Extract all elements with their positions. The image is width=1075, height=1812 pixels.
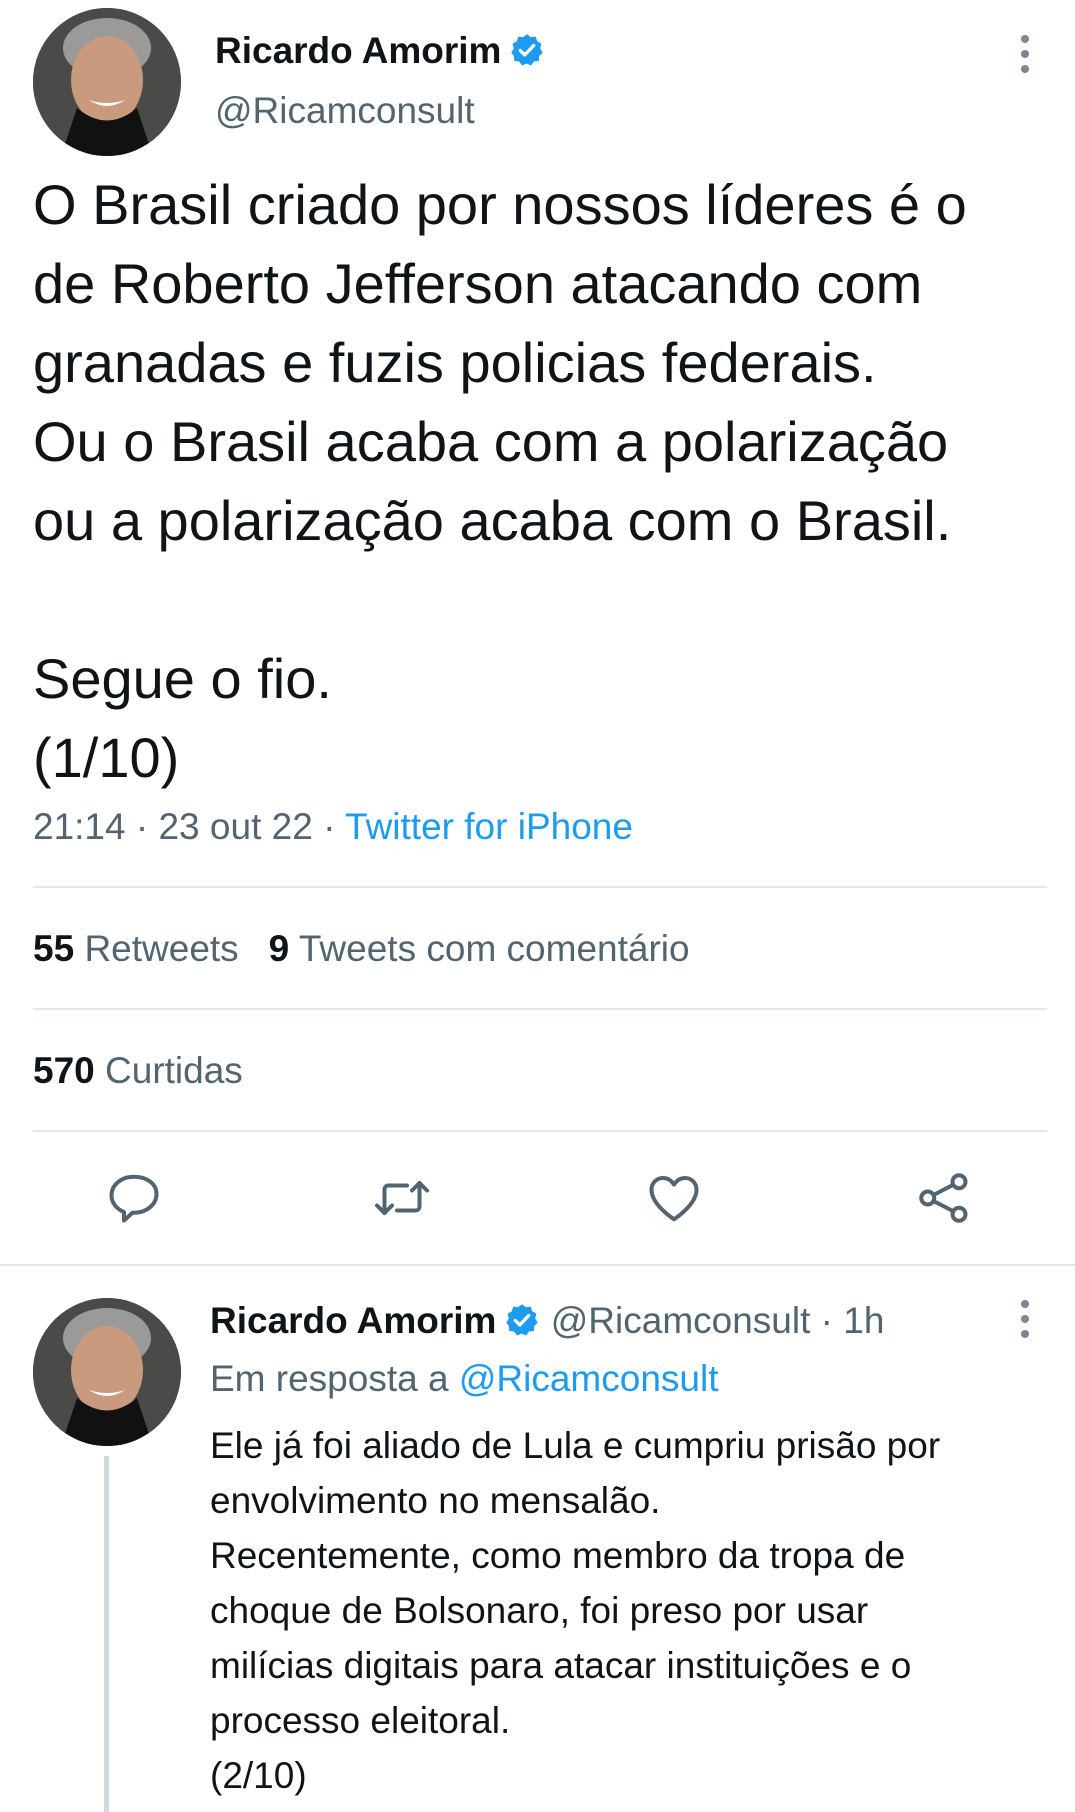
- reply-header: Ricardo Amorim @Ricamconsult · 1h: [210, 1300, 884, 1342]
- tweet-date[interactable]: 23 out 22: [158, 806, 312, 847]
- retweet-icon[interactable]: [372, 1168, 432, 1228]
- reply-author-name[interactable]: Ricardo Amorim: [210, 1300, 496, 1341]
- action-bar: [0, 1168, 1075, 1238]
- reply-icon[interactable]: [104, 1168, 164, 1228]
- avatar[interactable]: [33, 8, 181, 156]
- quotes-count: 9: [268, 928, 290, 969]
- more-options-icon[interactable]: [1015, 35, 1035, 79]
- reply-prefix: Em resposta a: [210, 1358, 449, 1399]
- quotes-link[interactable]: 9 Tweets com comentário: [269, 928, 690, 969]
- likes-label: Curtidas: [105, 1050, 243, 1091]
- retweet-stats: 55 Retweets 9 Tweets com comentário: [33, 928, 690, 970]
- retweets-link[interactable]: 55 Retweets: [33, 928, 239, 969]
- reply-mention-link[interactable]: @Ricamconsult: [459, 1358, 719, 1399]
- more-options-icon[interactable]: [1015, 1300, 1035, 1344]
- heart-icon[interactable]: [644, 1168, 704, 1228]
- reply-tweet-text: Ele já foi aliado de Lula e cumpriu pris…: [210, 1425, 941, 1796]
- quotes-label: Tweets com comentário: [298, 928, 690, 969]
- verified-badge-icon: [504, 1302, 540, 1338]
- likes-count: 570: [33, 1050, 95, 1091]
- thread-line: [104, 1456, 109, 1812]
- tweet-source[interactable]: Twitter for iPhone: [345, 806, 633, 847]
- divider: [33, 1008, 1047, 1010]
- divider: [33, 886, 1047, 888]
- reply-author-handle[interactable]: @Ricamconsult: [551, 1300, 811, 1341]
- author-handle[interactable]: @Ricamconsult: [215, 90, 475, 132]
- author-name[interactable]: Ricardo Amorim: [215, 30, 545, 72]
- retweets-label: Retweets: [84, 928, 239, 969]
- tweet-separator: [0, 1264, 1075, 1266]
- reply-separator: ·: [820, 1300, 833, 1341]
- verified-badge-icon: [509, 32, 545, 68]
- reply-context: Em resposta a @Ricamconsult: [210, 1358, 718, 1400]
- tweet-text: O Brasil criado por nossos líderes é o d…: [33, 173, 967, 789]
- retweets-count: 55: [33, 928, 75, 969]
- author-name-text[interactable]: Ricardo Amorim: [215, 30, 501, 71]
- likes-stats[interactable]: 570 Curtidas: [33, 1050, 243, 1092]
- meta-separator: ·: [135, 806, 149, 847]
- divider: [33, 1130, 1047, 1132]
- reply-age[interactable]: 1h: [843, 1300, 884, 1341]
- meta-separator: ·: [323, 806, 336, 847]
- tweet-time[interactable]: 21:14: [33, 806, 126, 847]
- tweet-meta: 21:14 · 23 out 22 · Twitter for iPhone: [33, 806, 633, 848]
- reply-avatar[interactable]: [33, 1298, 181, 1446]
- share-icon[interactable]: [914, 1168, 974, 1228]
